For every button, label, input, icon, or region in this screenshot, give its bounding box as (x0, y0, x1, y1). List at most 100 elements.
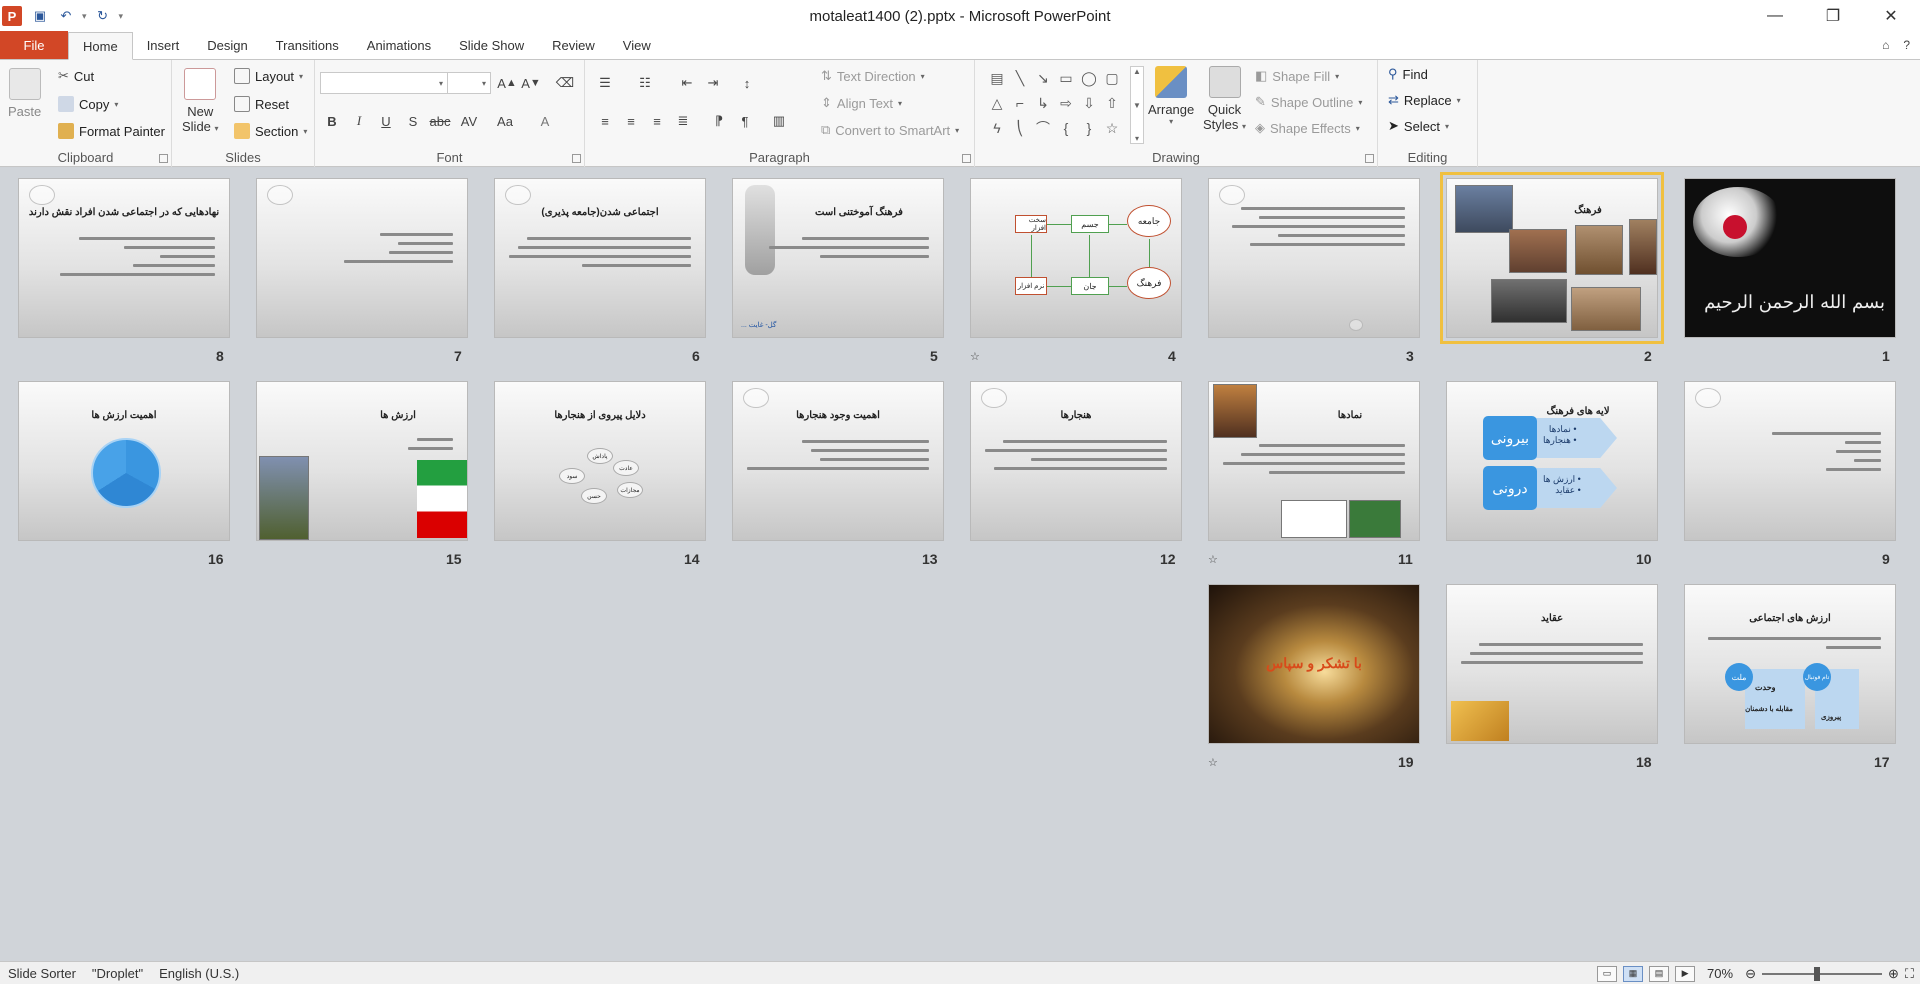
zoom-slider-thumb[interactable] (1813, 966, 1820, 981)
tab-view[interactable]: View (609, 31, 665, 59)
slide-thumbnail-1[interactable]: بسم الله الرحمن الرحیم (1684, 178, 1896, 338)
underline-icon[interactable]: U (374, 110, 398, 132)
freeform-shape-icon[interactable]: ϟ (986, 116, 1008, 140)
redo-icon[interactable]: ↻ (93, 6, 113, 26)
tab-review[interactable]: Review (538, 31, 609, 59)
tab-slide-show[interactable]: Slide Show (445, 31, 538, 59)
align-right-icon[interactable]: ≡ (645, 110, 669, 132)
slide-thumbnail-8[interactable]: نهادهایی که در اجتماعی شدن افراد نقش دار… (18, 178, 230, 338)
reset-button[interactable]: Reset (234, 96, 289, 112)
animation-star-icon[interactable]: ☆ (1208, 756, 1218, 769)
rtl-direction-icon[interactable]: ¶ (733, 110, 757, 132)
arrange-button[interactable]: Arrange ▾ (1148, 66, 1194, 126)
text-shadow-icon[interactable]: S (401, 110, 425, 132)
slide-thumbnail-11[interactable]: نمادها (1208, 381, 1420, 541)
help-icon[interactable]: ? (1903, 38, 1910, 52)
shrink-font-icon[interactable]: A ▼ (519, 72, 543, 94)
slide-thumbnail-15[interactable]: ارزش ها (256, 381, 468, 541)
fit-to-window-icon[interactable]: ⛶ (1905, 966, 1914, 982)
tab-transitions[interactable]: Transitions (262, 31, 353, 59)
font-size-combo[interactable]: ▾ (447, 72, 491, 94)
ltr-direction-icon[interactable]: ⁋ (707, 110, 731, 132)
curve-shape-icon[interactable]: ⌒ (1032, 116, 1054, 140)
align-center-icon[interactable]: ≡ (619, 110, 643, 132)
slide-thumbnail-16[interactable]: اهمیت ارزش ها (18, 381, 230, 541)
slide-thumbnail-5[interactable]: فرهنگ آموختنی است گل- غایت ... (732, 178, 944, 338)
slide-thumbnail-6[interactable]: اجتماعی شدن(جامعه پذیری) (494, 178, 706, 338)
italic-icon[interactable]: I (347, 110, 371, 132)
restore-icon[interactable]: ❐ (1804, 0, 1862, 32)
increase-indent-icon[interactable]: ⇥ (701, 72, 725, 94)
shape-effects-button[interactable]: ◈ Shape Effects ▾ (1255, 120, 1360, 136)
customize-qat-icon[interactable]: ▾ (119, 11, 124, 22)
arrow-line-shape-icon[interactable]: ↘ (1032, 66, 1054, 90)
right-brace-shape-icon[interactable]: } (1078, 116, 1100, 140)
slide-thumbnail-12[interactable]: هنجارها (970, 381, 1182, 541)
replace-button[interactable]: ⇄ Replace ▾ (1388, 92, 1461, 108)
font-color-icon[interactable]: A (533, 110, 557, 132)
cut-button[interactable]: ✂ Cut (58, 68, 94, 84)
slideshow-view-icon[interactable]: ▶ (1675, 965, 1696, 982)
slide-thumbnail-10[interactable]: لایه های فرهنگ • نمادها • هنجارها بیرونی… (1446, 381, 1658, 541)
slide-thumbnail-19[interactable]: با تشکر و سپاس (1208, 584, 1420, 744)
normal-view-icon[interactable]: ▭ (1597, 965, 1618, 982)
undo-dropdown-icon[interactable]: ▾ (82, 11, 87, 22)
clear-formatting-icon[interactable]: ⌫ (553, 72, 577, 94)
undo-icon[interactable]: ↶ (56, 6, 76, 26)
strikethrough-icon[interactable]: abc (428, 110, 452, 132)
shapes-gallery-scroll[interactable]: ▲ ▼ ▾ (1130, 66, 1144, 144)
clipboard-launcher-icon[interactable] (159, 154, 168, 163)
select-button[interactable]: ➤ Select ▾ (1388, 118, 1449, 134)
tab-home[interactable]: Home (68, 32, 133, 60)
character-spacing-icon[interactable]: AV (457, 110, 481, 132)
elbow-connector-shape-icon[interactable]: ⌐ (1009, 91, 1031, 115)
tab-file[interactable]: File (0, 31, 68, 59)
paste-button[interactable]: Paste (8, 68, 41, 119)
grow-font-icon[interactable]: A ▲ (495, 72, 519, 94)
slide-thumbnail-4[interactable]: جامعه جسم سخت افزار فرهنگ جان نرم افزار (970, 178, 1182, 338)
slide-thumbnail-2[interactable]: فرهنگ (1440, 172, 1664, 344)
bullets-icon[interactable]: ☰ (593, 72, 617, 94)
tab-insert[interactable]: Insert (133, 31, 194, 59)
left-brace-shape-icon[interactable]: { (1055, 116, 1077, 140)
change-case-icon[interactable]: Aa (493, 110, 517, 132)
reading-view-icon[interactable]: ▤ (1649, 965, 1670, 982)
format-painter-button[interactable]: Format Painter (58, 123, 165, 139)
quick-styles-button[interactable]: Quick Styles ▾ (1203, 66, 1246, 132)
close-icon[interactable]: ✕ (1862, 0, 1920, 32)
find-button[interactable]: ⚲ Find (1388, 66, 1428, 82)
line-spacing-icon[interactable]: ↕ (735, 72, 759, 94)
slide-thumbnail-18[interactable]: عقاید (1446, 584, 1658, 744)
slide-sorter-view-icon[interactable]: ▦ (1623, 965, 1644, 982)
tab-animations[interactable]: Animations (353, 31, 445, 59)
slide-thumbnail-9[interactable] (1684, 381, 1896, 541)
shape-fill-button[interactable]: ◧ Shape Fill ▾ (1255, 68, 1339, 84)
section-button[interactable]: Section ▾ (234, 123, 307, 139)
down-arrow-shape-icon[interactable]: ⇩ (1078, 91, 1100, 115)
justify-icon[interactable]: ≣ (671, 110, 695, 132)
rounded-rect-shape-icon[interactable]: ▢ (1101, 66, 1123, 90)
layout-button[interactable]: Layout ▾ (234, 68, 303, 84)
rectangle-shape-icon[interactable]: ▭ (1055, 66, 1077, 90)
oval-shape-icon[interactable]: ◯ (1078, 66, 1100, 90)
new-slide-button[interactable]: New Slide ▾ (182, 68, 219, 134)
drawing-launcher-icon[interactable] (1365, 154, 1374, 163)
powerpoint-app-icon[interactable]: P (2, 6, 22, 26)
zoom-slider[interactable] (1761, 966, 1882, 981)
slide-thumbnail-17[interactable]: ارزش های اجتماعی ملت تام فوتبال وحدت مقا… (1684, 584, 1896, 744)
zoom-level[interactable]: 70% (1707, 966, 1733, 981)
tab-design[interactable]: Design (193, 31, 261, 59)
bracket-shape-icon[interactable]: ⎝ (1009, 116, 1031, 140)
font-launcher-icon[interactable] (572, 154, 581, 163)
bold-icon[interactable]: B (320, 110, 344, 132)
copy-button[interactable]: Copy ▾ (58, 96, 118, 112)
status-language[interactable]: English (U.S.) (151, 966, 247, 981)
line-shape-icon[interactable]: ╲ (1009, 66, 1031, 90)
star-shape-icon[interactable]: ☆ (1101, 116, 1123, 140)
slide-thumbnail-13[interactable]: اهمیت وجود هنجارها (732, 381, 944, 541)
convert-smartart-button[interactable]: ⧉ Convert to SmartArt ▾ (821, 122, 959, 138)
textbox-shape-icon[interactable]: ▤ (986, 66, 1008, 90)
minimize-icon[interactable]: — (1746, 0, 1804, 32)
align-text-button[interactable]: ⇕ Align Text ▾ (821, 95, 902, 111)
slide-thumbnail-3[interactable] (1208, 178, 1420, 338)
